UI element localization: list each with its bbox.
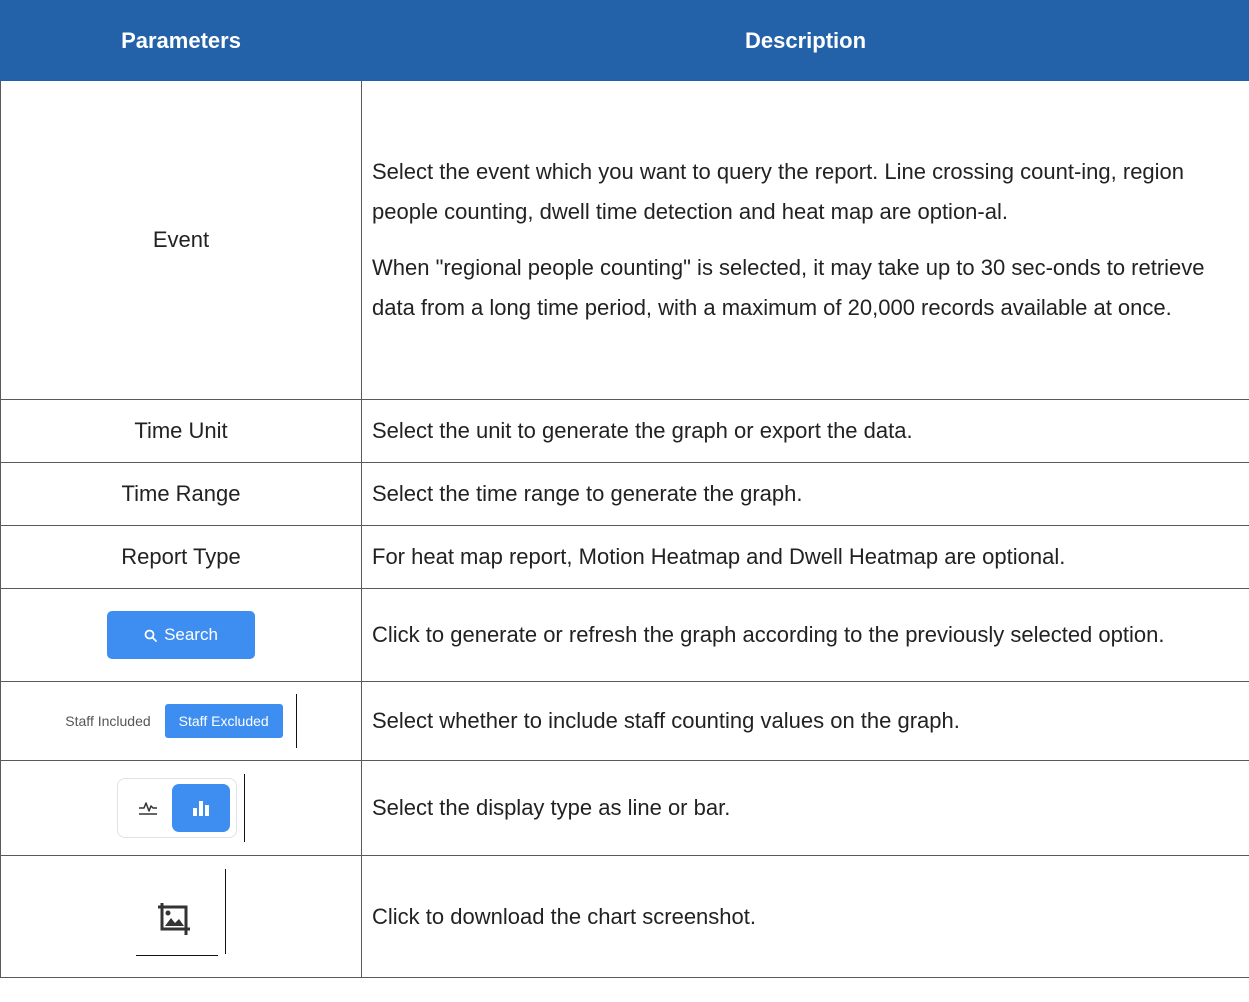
search-button-label: Search [164,625,218,644]
screenshot-icon-wrap [136,869,226,964]
table-row-search: Search Click to generate or refresh the … [0,588,1249,682]
image-crop-icon[interactable] [154,899,194,939]
param-time-range: Time Range [0,462,362,526]
chart-type-wrap [117,774,245,842]
header-row: Parameters Description [0,0,1249,81]
divider [136,955,218,956]
header-parameters: Parameters [0,0,362,81]
desc-time-unit: Select the unit to generate the graph or… [361,399,1249,463]
search-icon [144,629,157,642]
param-screenshot [0,855,362,978]
table-row-staff: Staff Included Staff Excluded Select whe… [0,681,1249,761]
divider [244,774,245,842]
param-search: Search [0,588,362,682]
staff-included-option[interactable]: Staff Included [65,701,150,741]
param-event: Event [0,80,362,400]
table-row-screenshot: Click to download the chart screenshot. [0,855,1249,978]
desc-event: Select the event which you want to query… [361,80,1249,400]
search-button[interactable]: Search [107,611,255,659]
desc-event-paragraph-2: When "regional people counting" is selec… [372,255,1205,320]
param-time-unit: Time Unit [0,399,362,463]
table-row-time-range: Time Range Select the time range to gene… [0,462,1249,526]
header-description: Description [361,0,1249,81]
desc-time-range: Select the time range to generate the gr… [361,462,1249,526]
param-staff: Staff Included Staff Excluded [0,681,362,761]
param-chart-type [0,760,362,856]
desc-search: Click to generate or refresh the graph a… [361,588,1249,682]
table-row-report-type: Report Type For heat map report, Motion … [0,525,1249,589]
staff-excluded-option[interactable]: Staff Excluded [164,704,283,738]
desc-report-type: For heat map report, Motion Heatmap and … [361,525,1249,589]
table-row-chart-type: Select the display type as line or bar. [0,760,1249,856]
desc-staff: Select whether to include staff counting… [361,681,1249,761]
desc-chart-type: Select the display type as line or bar. [361,760,1249,856]
divider [225,869,226,954]
parameters-table: Parameters Description Event Select the … [0,0,1249,978]
table-row-time-unit: Time Unit Select the unit to generate th… [0,399,1249,463]
table-row-event: Event Select the event which you want to… [0,80,1249,400]
desc-screenshot: Click to download the chart screenshot. [361,855,1249,978]
divider [295,694,297,748]
chart-type-toggle [117,778,237,838]
line-chart-icon[interactable] [136,796,160,820]
desc-event-paragraph-1: Select the event which you want to query… [372,159,1185,224]
bar-chart-icon[interactable] [172,784,230,832]
param-report-type: Report Type [0,525,362,589]
staff-toggle: Staff Included Staff Excluded [65,694,297,748]
